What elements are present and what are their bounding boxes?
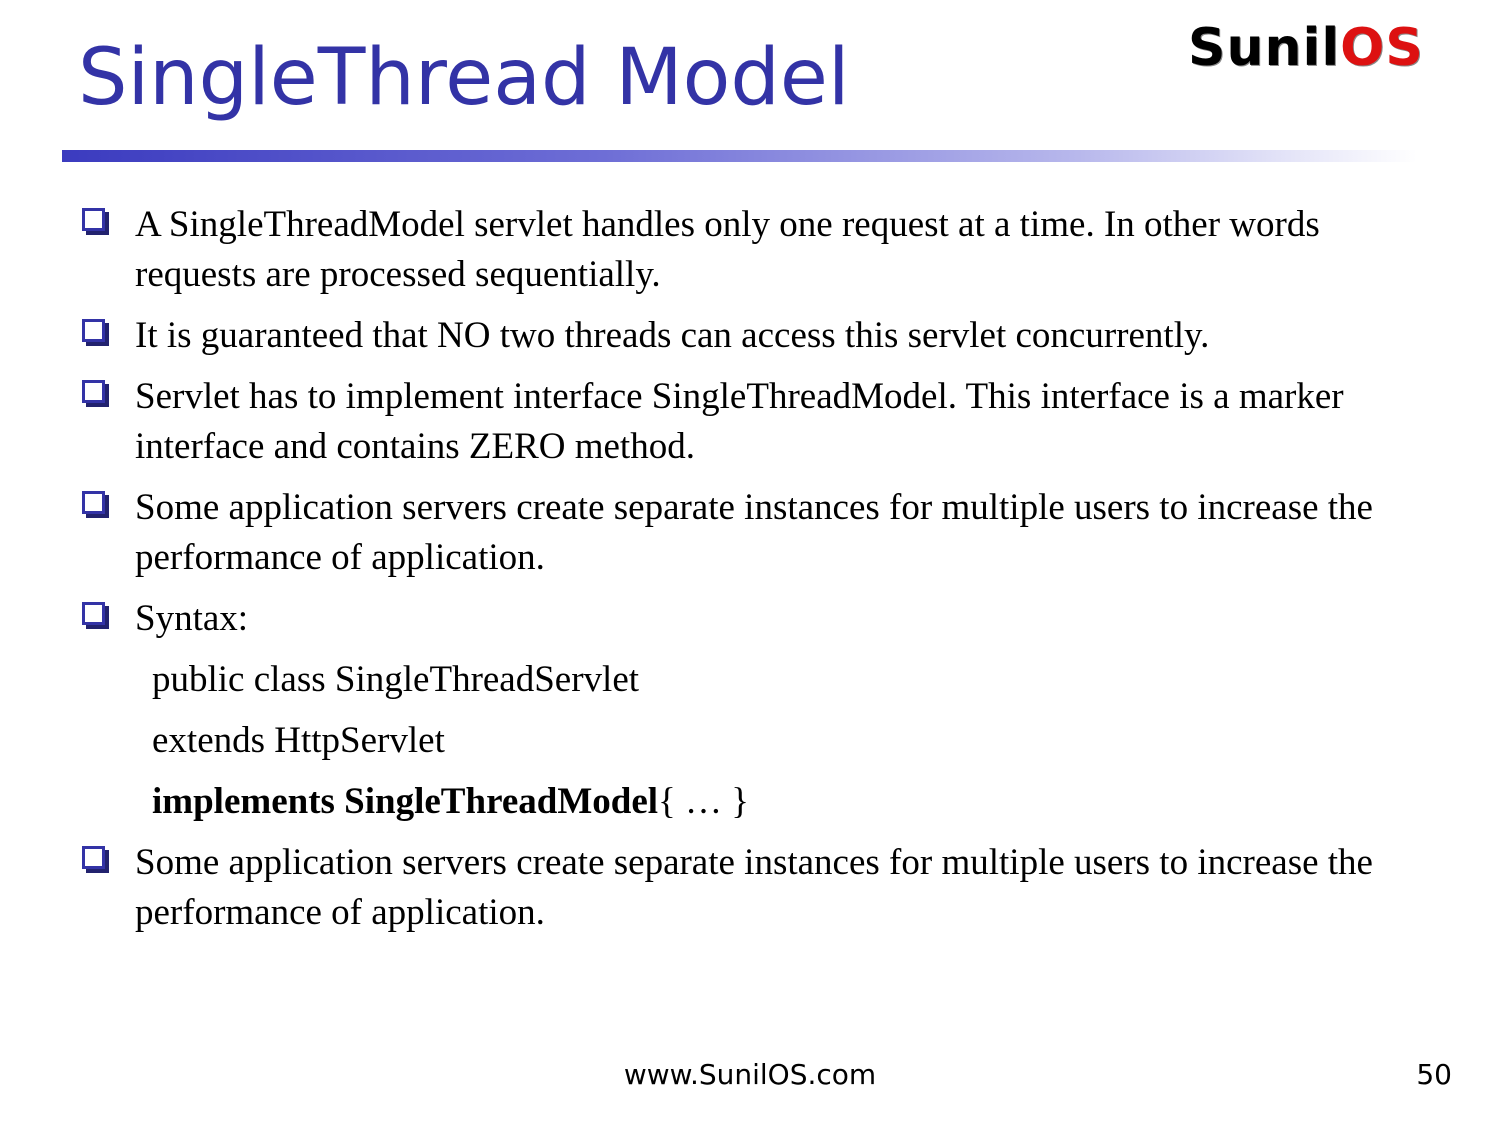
title-divider: [62, 150, 1417, 162]
bullet-text: Some application servers create separate…: [135, 487, 1373, 578]
code-body: { … }: [658, 781, 750, 822]
square-bullet-icon: [82, 491, 105, 514]
slide: SingleThread Model SunilOS A SingleThrea…: [0, 0, 1500, 1125]
footer-url: www.SunilOS.com: [623, 1058, 877, 1091]
page-number: 50: [1416, 1058, 1452, 1091]
square-bullet-icon: [82, 319, 105, 342]
square-bullet-icon: [82, 846, 105, 869]
square-bullet-icon: [82, 208, 105, 231]
bullet-text: Servlet has to implement interface Singl…: [135, 376, 1344, 467]
slide-body: A SingleThreadModel servlet handles only…: [78, 200, 1398, 949]
bullet-item-syntax: Syntax:: [78, 594, 1398, 644]
square-bullet-icon: [82, 380, 105, 403]
bullet-text: Some application servers create separate…: [135, 842, 1373, 933]
code-keyword-implements: implements SingleThreadModel: [152, 781, 659, 822]
bullet-text: Syntax:: [135, 598, 249, 639]
logo-text-os: OS: [1340, 18, 1424, 78]
bullet-text: A SingleThreadModel servlet handles only…: [135, 204, 1320, 295]
logo-text-sunil: Sunil: [1188, 18, 1341, 78]
bullet-item: A SingleThreadModel servlet handles only…: [78, 200, 1398, 300]
bullet-item: Some application servers create separate…: [78, 483, 1398, 583]
bullet-item: Some application servers create separate…: [78, 838, 1398, 938]
code-line-1: public class SingleThreadServlet: [152, 659, 640, 700]
sunilos-logo: SunilOS: [1188, 18, 1424, 78]
bullet-item: It is guaranteed that NO two threads can…: [78, 311, 1398, 361]
code-line-3: implements SingleThreadModel{ … }: [78, 777, 1398, 827]
code-line-2: extends HttpServlet: [152, 720, 445, 761]
bullet-text: It is guaranteed that NO two threads can…: [135, 315, 1210, 356]
bullet-item: Servlet has to implement interface Singl…: [78, 372, 1398, 472]
square-bullet-icon: [82, 602, 105, 625]
slide-title: SingleThread Model: [78, 33, 850, 123]
